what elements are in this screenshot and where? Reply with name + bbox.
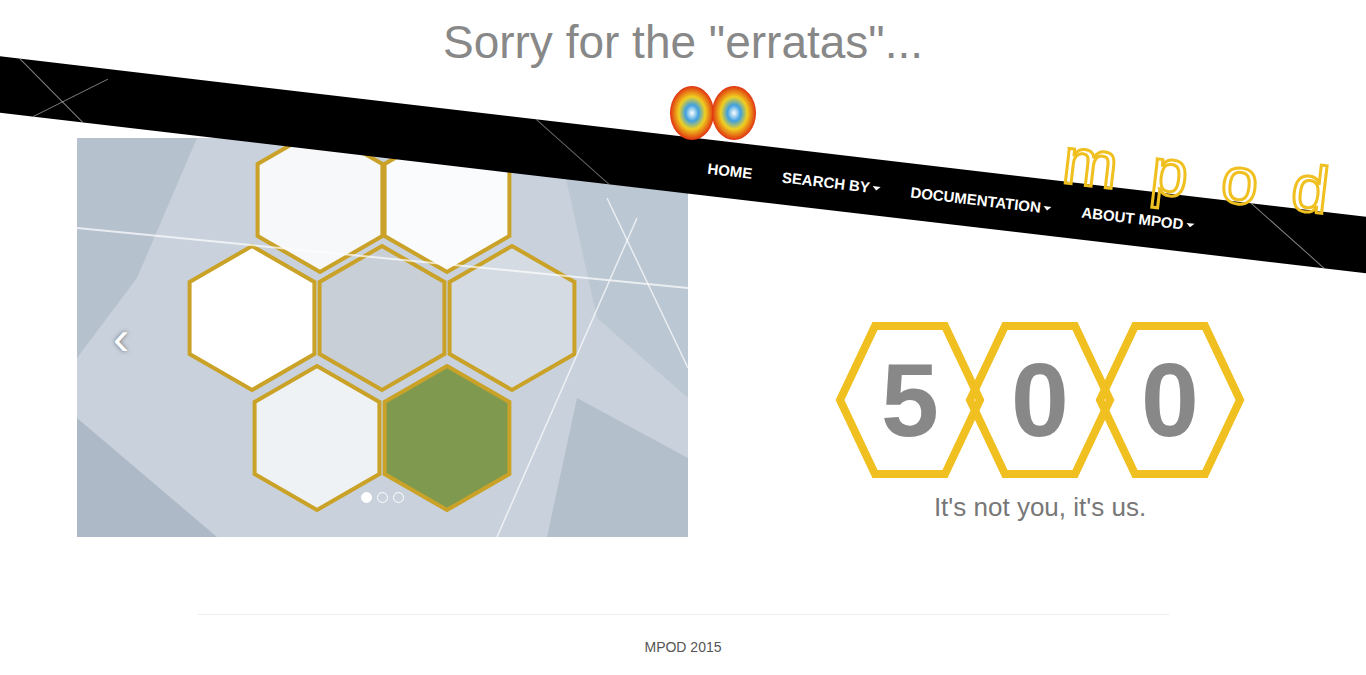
carousel-indicators (77, 492, 688, 503)
carousel: ‹ (77, 138, 688, 537)
footer: MPOD 2015 (0, 614, 1366, 655)
carousel-dot[interactable] (393, 492, 404, 503)
slide-image (77, 138, 688, 537)
error-page: Sorry for the "erratas"... ‹ 500 It's not y… (0, 0, 1366, 675)
error-message: It's not you, it's us. (934, 492, 1146, 523)
carousel-dot[interactable] (361, 492, 372, 503)
error-digit: 0 (1105, 320, 1235, 480)
page-title: Sorry for the "erratas"... (0, 0, 1366, 70)
nav-item[interactable]: DOCUMENTATION (910, 184, 1053, 217)
nav-item[interactable]: SEARCH BY (781, 168, 882, 196)
footer-text: MPOD 2015 (644, 639, 721, 655)
carousel-dot[interactable] (377, 492, 388, 503)
carousel-prev-button[interactable]: ‹ (113, 314, 129, 362)
error-digit: 5 (845, 320, 975, 480)
error-code: 500 (845, 320, 1235, 480)
error-digit: 0 (975, 320, 1105, 480)
nav-item[interactable]: HOME (707, 160, 754, 182)
logo-icon (668, 84, 758, 142)
